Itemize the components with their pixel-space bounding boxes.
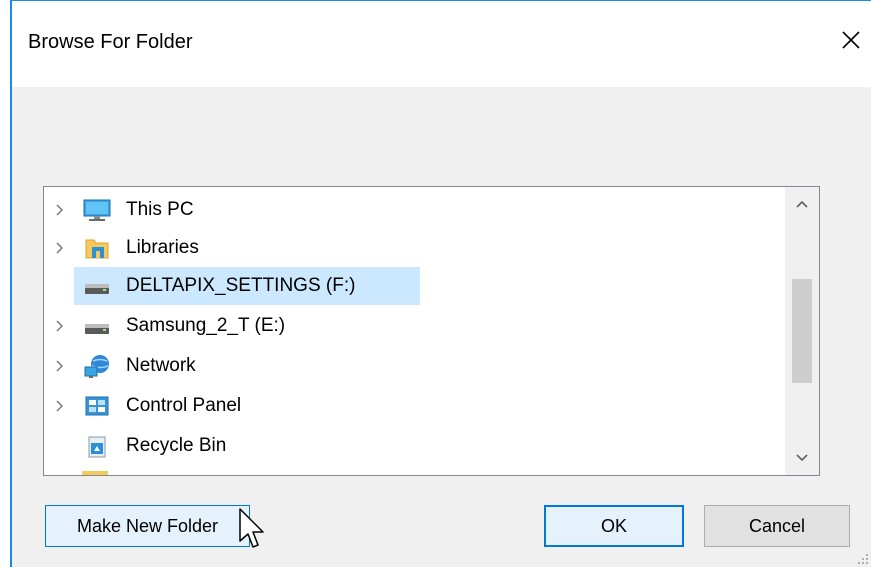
browse-for-folder-dialog: Browse For Folder This PC Libraries DELT… — [10, 0, 871, 567]
tree-item-deltapix-settings[interactable]: DELTAPIX_SETTINGS (F:) — [44, 267, 819, 305]
scroll-thumb[interactable] — [792, 279, 812, 383]
make-new-folder-button[interactable]: Make New Folder — [45, 505, 250, 547]
ok-button[interactable]: OK — [544, 505, 684, 547]
mouse-pointer-icon — [239, 508, 264, 548]
drive-icon — [85, 324, 109, 334]
tree-item-label: Samsung_2_T (E:) — [126, 315, 286, 336]
control-panel-icon — [85, 396, 109, 416]
tree-item-label: DELTAPIX_SETTINGS (F:) — [126, 275, 356, 296]
chevron-right-icon[interactable] — [52, 318, 68, 334]
chevron-up-icon — [796, 200, 808, 208]
resize-grip-icon[interactable] — [855, 551, 869, 565]
tree-item-recycle-bin[interactable]: Recycle Bin — [44, 427, 819, 465]
chevron-right-icon[interactable] — [52, 240, 68, 256]
chevron-right-icon[interactable] — [52, 398, 68, 414]
partial-folder-icon — [82, 471, 108, 475]
folder-tree[interactable]: This PC Libraries DELTAPIX_SETTINGS (F:)… — [43, 186, 820, 476]
tree-item-this-pc[interactable]: This PC — [44, 191, 819, 229]
network-icon — [84, 355, 109, 378]
tree-item-network[interactable]: Network — [44, 347, 819, 385]
scroll-up-button[interactable] — [785, 187, 819, 221]
title-bar: Browse For Folder — [12, 1, 871, 87]
tree-item-samsung[interactable]: Samsung_2_T (E:) — [44, 307, 819, 345]
chevron-down-icon — [796, 454, 808, 462]
monitor-icon — [83, 199, 111, 221]
scroll-down-button[interactable] — [785, 441, 819, 475]
close-button[interactable] — [837, 25, 865, 55]
vertical-scrollbar[interactable] — [785, 187, 819, 475]
tree-item-label: Network — [126, 355, 196, 376]
tree-item-label: Control Panel — [126, 395, 242, 416]
tree-item-label: Libraries — [126, 237, 199, 258]
chevron-right-icon[interactable] — [52, 202, 68, 218]
tree-item-label: Recycle Bin — [126, 435, 227, 456]
dialog-title: Browse For Folder — [28, 31, 193, 53]
close-icon — [842, 31, 860, 49]
drive-icon — [85, 284, 109, 294]
tree-item-control-panel[interactable]: Control Panel — [44, 387, 819, 425]
cancel-button[interactable]: Cancel — [704, 505, 850, 547]
tree-item-label: This PC — [126, 199, 194, 220]
libraries-folder-icon — [85, 239, 109, 259]
recycle-bin-icon — [88, 436, 106, 458]
tree-item-libraries[interactable]: Libraries — [44, 229, 819, 267]
chevron-right-icon[interactable] — [52, 358, 68, 374]
